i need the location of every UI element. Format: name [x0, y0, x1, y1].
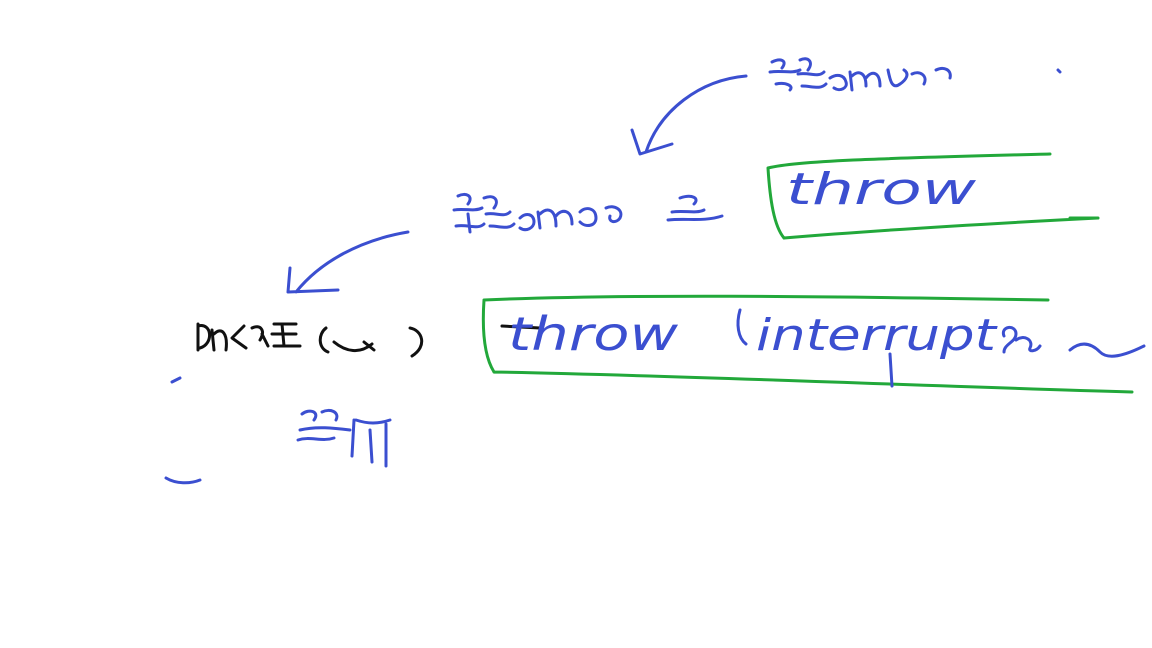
arrow-middle	[286, 230, 410, 294]
whiteboard-canvas: throw throw interrupt	[164, 57, 1146, 485]
note-bottom	[164, 376, 392, 485]
throw-label-top: throw	[786, 164, 978, 215]
note-top-right	[768, 57, 1062, 92]
throw-label-bottom: throw	[508, 307, 678, 361]
box-bottom: throw interrupt	[481, 294, 1146, 394]
interrupt-text: interrupt	[756, 310, 998, 361]
box-top: throw	[766, 152, 1100, 240]
note-middle	[452, 192, 724, 234]
arrow-top	[630, 74, 748, 156]
note-left	[196, 322, 424, 358]
